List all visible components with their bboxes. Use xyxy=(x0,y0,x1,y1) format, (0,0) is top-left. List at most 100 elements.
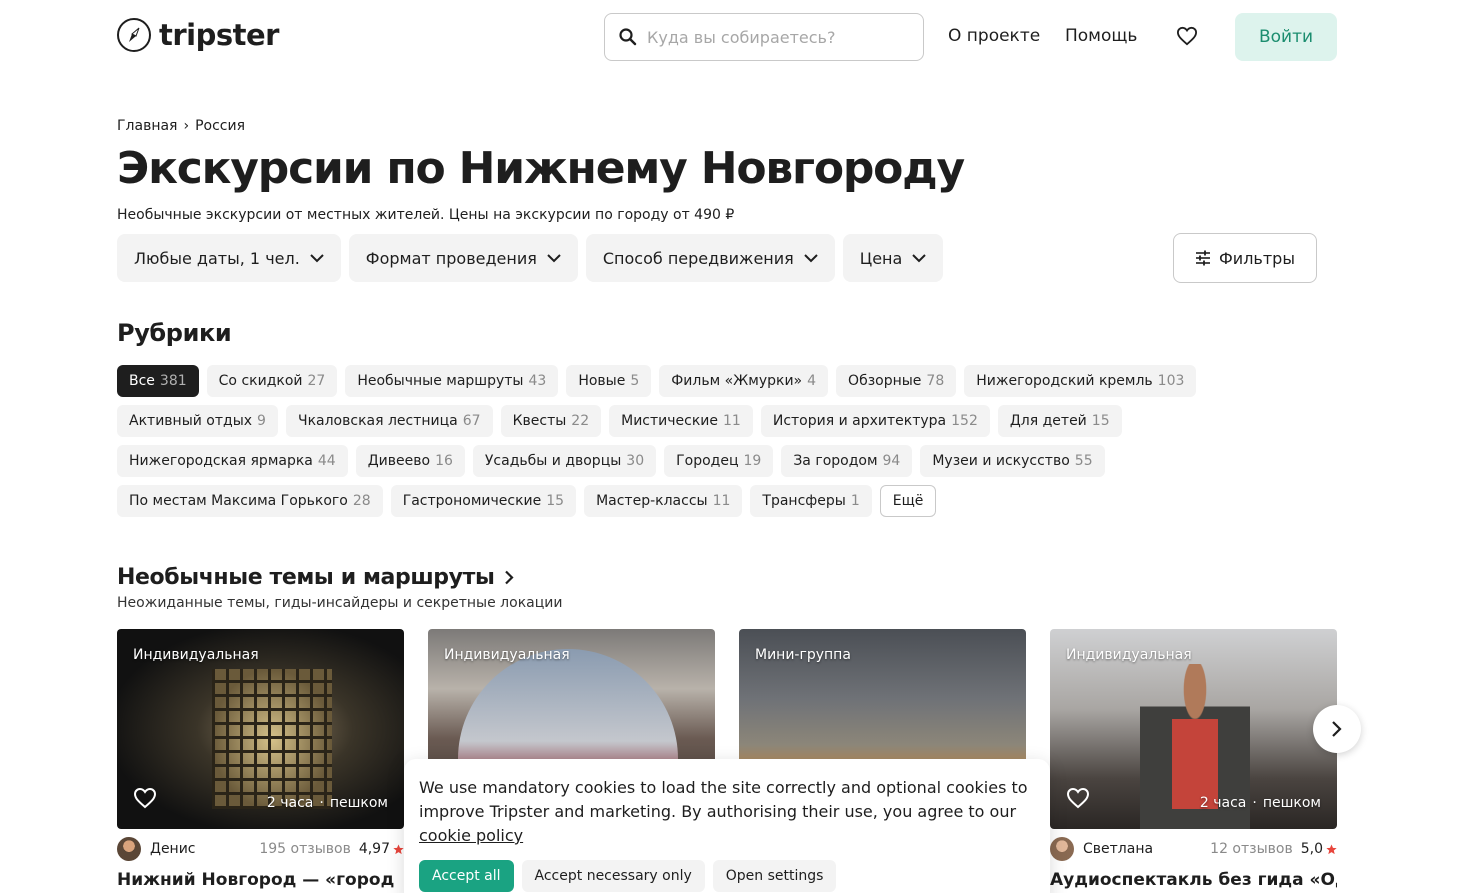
rubric-chip[interactable]: Фильм «Жмурки» 4 xyxy=(659,365,829,397)
tour-format-badge: Мини-группа xyxy=(755,647,851,663)
rubric-chip[interactable]: Со скидкой 27 xyxy=(206,365,338,397)
rubric-label: Квесты xyxy=(512,413,567,429)
favorite-heart-icon[interactable] xyxy=(133,787,157,813)
rubric-label: Необычные маршруты xyxy=(357,373,524,389)
logo[interactable]: tripster xyxy=(117,18,279,52)
guide-name[interactable]: Светлана xyxy=(1083,841,1210,857)
guide-name[interactable]: Денис xyxy=(150,841,259,857)
rubric-count: 78 xyxy=(926,373,945,389)
rubrics-title: Рубрики xyxy=(117,319,232,347)
tour-photo[interactable]: Индивидуальная 2 часа · пешком xyxy=(1050,629,1337,829)
rating: 4,97 xyxy=(359,841,404,857)
rating-value: 4,97 xyxy=(358,841,390,857)
section-title[interactable]: Необычные темы и маршруты xyxy=(117,565,515,590)
rubric-count: 4 xyxy=(807,373,817,389)
filter-transport[interactable]: Способ передвижения xyxy=(585,234,835,282)
photo-gate-shape xyxy=(212,669,332,809)
open-settings-button[interactable]: Open settings xyxy=(712,860,837,892)
filter-format[interactable]: Формат проведения xyxy=(348,234,578,282)
tour-photo[interactable]: Индивидуальная 2 часа · пешком xyxy=(117,629,404,829)
rubric-count: 11 xyxy=(723,413,741,429)
tour-duration: 2 часа xyxy=(1199,795,1247,811)
rubric-chip[interactable]: Нижегородский кремль 103 xyxy=(964,365,1197,397)
rubric-chip[interactable]: Необычные маршруты 43 xyxy=(345,365,559,397)
star-icon xyxy=(393,843,404,854)
accept-all-button[interactable]: Accept all xyxy=(419,860,514,892)
rubric-label: Активный отдых xyxy=(129,413,253,429)
carousel-next-button[interactable] xyxy=(1313,705,1361,753)
rubric-chip[interactable]: Обзорные 78 xyxy=(836,365,957,397)
tour-card[interactable]: Индивидуальная 2 часа · пешком Денис 195… xyxy=(117,629,404,890)
rubric-chip[interactable]: Новые 5 xyxy=(566,365,652,397)
breadcrumb: Главная › Россия xyxy=(117,118,245,134)
nav-about[interactable]: О проекте xyxy=(948,26,1040,46)
all-filters-button[interactable]: Фильтры xyxy=(1173,233,1317,283)
cookie-text: We use mandatory cookies to load the sit… xyxy=(419,776,1035,848)
rubric-label: Для детей xyxy=(1009,413,1087,429)
guide-row: Светлана 12 отзывов 5,0 xyxy=(1050,837,1337,861)
avatar xyxy=(1050,837,1074,861)
rubric-row-4: По местам Максима Горького 28 Гастрономич… xyxy=(117,485,937,517)
rubric-chip[interactable]: Дивеево 16 xyxy=(355,445,465,477)
section-title-text: Необычные темы и маршруты xyxy=(117,565,495,590)
cookie-policy-link[interactable]: cookie policy xyxy=(419,826,523,845)
rubric-chip[interactable]: Городец 19 xyxy=(664,445,774,477)
rubric-chip[interactable]: Все 381 xyxy=(117,365,199,397)
rubric-count: 15 xyxy=(546,493,565,509)
chevron-right-icon xyxy=(505,570,515,585)
accept-necessary-button[interactable]: Accept necessary only xyxy=(521,860,705,892)
page-subtitle: Необычные экскурсии от местных жителей. … xyxy=(117,207,735,223)
tour-title[interactable]: Нижний Новгород — «город xyxy=(117,870,404,890)
filter-dates[interactable]: Любые даты, 1 чел. xyxy=(117,234,341,282)
rubric-count: 27 xyxy=(307,373,326,389)
rubric-count: 94 xyxy=(882,453,901,469)
rubric-label: Со скидкой xyxy=(218,373,303,389)
rubric-label: Все xyxy=(129,373,155,389)
tour-title[interactable]: Аудиоспектакль без гида «Один xyxy=(1050,870,1337,890)
search-box[interactable] xyxy=(604,13,924,61)
breadcrumb-home[interactable]: Главная xyxy=(117,118,177,134)
favorites-heart-icon[interactable] xyxy=(1176,26,1198,50)
reviews-count[interactable]: 12 отзывов xyxy=(1210,841,1293,857)
tour-card[interactable]: Индивидуальная 2 часа · пешком Светлана … xyxy=(1050,629,1337,890)
rubric-chip[interactable]: Усадьбы и дворцы 30 xyxy=(472,445,657,477)
rating: 5,0 xyxy=(1301,841,1337,857)
tour-meta: 2 часа · пешком xyxy=(267,795,388,811)
login-button[interactable]: Войти xyxy=(1235,13,1337,61)
filter-price[interactable]: Цена xyxy=(842,234,944,282)
rubric-chip[interactable]: Мистические 11 xyxy=(609,405,753,437)
breadcrumb-current[interactable]: Россия xyxy=(195,118,245,134)
filter-dates-label: Любые даты, 1 чел. xyxy=(134,248,300,268)
rubric-chip[interactable]: По местам Максима Горького 28 xyxy=(117,485,383,517)
search-input[interactable] xyxy=(647,27,897,47)
all-filters-label: Фильтры xyxy=(1219,248,1295,268)
rubric-count: 1 xyxy=(850,493,860,509)
compass-icon xyxy=(117,18,151,52)
rubric-count: 67 xyxy=(462,413,481,429)
rubric-chip[interactable]: Гастрономические 15 xyxy=(390,485,577,517)
rubric-count: 11 xyxy=(712,493,731,509)
rubric-count: 16 xyxy=(435,453,453,469)
tour-format-badge: Индивидуальная xyxy=(1066,647,1192,663)
rubric-chip[interactable]: Квесты 22 xyxy=(500,405,602,437)
nav-help[interactable]: Помощь xyxy=(1065,26,1137,46)
favorite-heart-icon[interactable] xyxy=(1066,787,1090,813)
rubric-chip[interactable]: Чкаловская лестница 67 xyxy=(285,405,493,437)
rubrics-more-button[interactable]: Ещё xyxy=(879,485,937,517)
rubric-chip[interactable]: Активный отдых 9 xyxy=(117,405,278,437)
reviews-count[interactable]: 195 отзывов xyxy=(259,841,350,857)
tour-meta: 2 часа · пешком xyxy=(1200,795,1321,811)
rubric-chip[interactable]: Для детей 15 xyxy=(997,405,1122,437)
rubric-chip[interactable]: Музеи и искусство 55 xyxy=(920,445,1105,477)
rubric-label: Усадьбы и дворцы xyxy=(484,453,622,469)
rubric-chip[interactable]: Трансферы 1 xyxy=(750,485,872,517)
rubric-chip[interactable]: Нижегородская ярмарка 44 xyxy=(117,445,348,477)
rubric-chip[interactable]: Мастер-классы 11 xyxy=(584,485,743,517)
rubric-count: 22 xyxy=(571,413,590,429)
rubric-chip[interactable]: История и архитектура 152 xyxy=(760,405,990,437)
sliders-icon xyxy=(1196,250,1211,266)
rubric-count: 5 xyxy=(630,373,640,389)
rubric-chip[interactable]: За городом 94 xyxy=(781,445,913,477)
tour-duration: 2 часа xyxy=(266,795,314,811)
search-icon xyxy=(619,28,637,46)
